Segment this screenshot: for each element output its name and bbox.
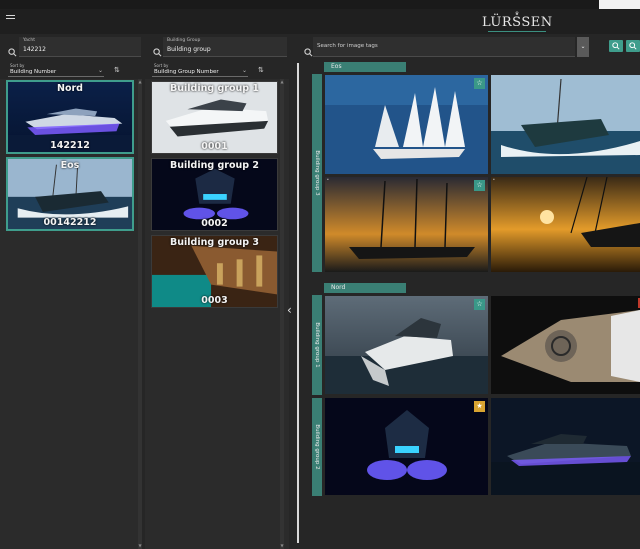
yacht-filter-value: 142212 [23,46,46,53]
yacht-filter-label: Yacht [23,38,35,43]
sailing-yacht-wake-image [491,75,640,174]
star-icon[interactable]: ★ [474,401,485,412]
sort-direction-icon[interactable]: ⇅ [114,65,124,75]
building-group-title: Building group 1 [170,83,259,94]
star-icon[interactable]: ☆ [474,78,485,89]
image-tag-search-placeholder: Search for image tags [317,43,378,49]
panel-divider[interactable] [297,63,299,543]
scroll-down-icon[interactable]: ▼ [138,544,142,548]
zoom-in-button[interactable] [609,40,623,52]
yacht-sort-label: Sort by [10,63,25,68]
sailing-yacht-image [325,75,488,174]
sort-direction-icon[interactable]: ⇅ [258,65,268,75]
scroll-up-icon[interactable]: ▲ [280,80,284,84]
scroll-up-icon[interactable]: ▲ [138,80,142,84]
yacht-card-number: 00142212 [43,217,97,228]
brand-underline [488,31,546,32]
building-group-number: 0003 [201,295,228,306]
building-group-number: 0001 [201,141,228,152]
star-icon[interactable]: ☆ [474,299,485,310]
tag-dropdown-button[interactable]: ⌄ [577,37,589,57]
zoom-out-button[interactable] [626,40,640,52]
scroll-down-icon[interactable]: ▼ [280,544,284,548]
yacht-sort-select[interactable]: Sort by Building Number ⌄ [8,63,104,77]
yacht-card-nord[interactable]: Nord 142212 [6,80,134,154]
brand-name: LÜRSSEN [482,15,553,30]
yacht-tag-nord: Nord [324,283,406,293]
building-group-filter-value: Building group [167,46,211,53]
search-icon [8,42,17,57]
gallery-photo[interactable]: ★ [325,398,488,495]
nord-night-front-image [325,398,488,495]
yacht-card-title: Nord [57,83,83,94]
gallery-photo[interactable] [491,296,640,394]
star-icon[interactable]: ☆ [474,180,485,191]
yacht-tag-eos: Eos [324,62,406,72]
building-group-scrollbar[interactable]: ▲ ▼ [280,79,284,549]
building-group-filter-field[interactable]: Building Group Building group [163,37,287,57]
building-group-title: Building group 2 [170,160,259,171]
search-icon [304,42,313,57]
building-group-card-2[interactable]: Building group 2 0002 [151,158,278,231]
group-sort-label: Sort by [154,63,169,68]
gallery-photo[interactable] [491,75,640,174]
building-group-card-3[interactable]: Building group 3 0003 [151,235,278,308]
nord-aerial-image [491,296,640,394]
brand-logo: ♛ LÜRSSEN [482,12,552,32]
nord-bow-image [325,296,488,394]
yacht-sort-value: Building Number [10,69,57,75]
building-group-filter-label: Building Group [167,38,201,43]
sunset-masts-image [325,177,488,272]
yacht-card-eos[interactable]: Eos 00142212 [6,157,134,231]
yacht-list-scrollbar[interactable]: ▲ ▼ [138,79,142,549]
group-label-nord-2: Building group 2 [312,398,322,496]
image-tag-search-input[interactable]: Search for image tags [313,37,575,57]
group-label-nord-1: Building group 1 [312,295,322,395]
gallery-photo[interactable]: ▪ ☆ [325,177,488,272]
chevron-down-icon: ⌄ [97,67,103,74]
zoom-in-icon [612,42,620,50]
yacht-filter-field[interactable]: Yacht 142212 [19,37,141,57]
chevron-left-icon[interactable]: ‹ [287,303,297,317]
photo-caption: ▪ [493,178,495,181]
yacht-card-number: 142212 [50,140,90,151]
app-header: ♛ LÜRSSEN [0,9,640,34]
zoom-out-icon [629,42,637,50]
group-label-eos-3: Building group 3 [312,74,322,272]
sunset-bow-image [491,177,640,272]
gallery-photo[interactable]: ☆ [325,75,488,174]
gallery-photo[interactable]: ☆ [325,296,488,394]
top-strip-white [599,0,640,9]
photo-caption: ▪ [327,178,329,181]
group-sort-value: Building Group Number [154,69,219,75]
building-group-card-1[interactable]: Building group 1 0001 [151,81,278,154]
group-sort-select[interactable]: Sort by Building Group Number ⌄ [152,63,248,77]
search-icon [153,42,162,57]
gallery-photo[interactable]: ▪ [491,177,640,272]
nord-night-side-image [491,398,640,495]
top-strip [0,0,640,9]
building-group-title: Building group 3 [170,237,259,248]
hamburger-icon[interactable] [6,15,15,22]
chevron-down-icon: ⌄ [241,67,247,74]
yacht-card-title: Eos [60,160,80,171]
gallery-photo[interactable] [491,398,640,495]
building-group-number: 0002 [201,218,228,229]
